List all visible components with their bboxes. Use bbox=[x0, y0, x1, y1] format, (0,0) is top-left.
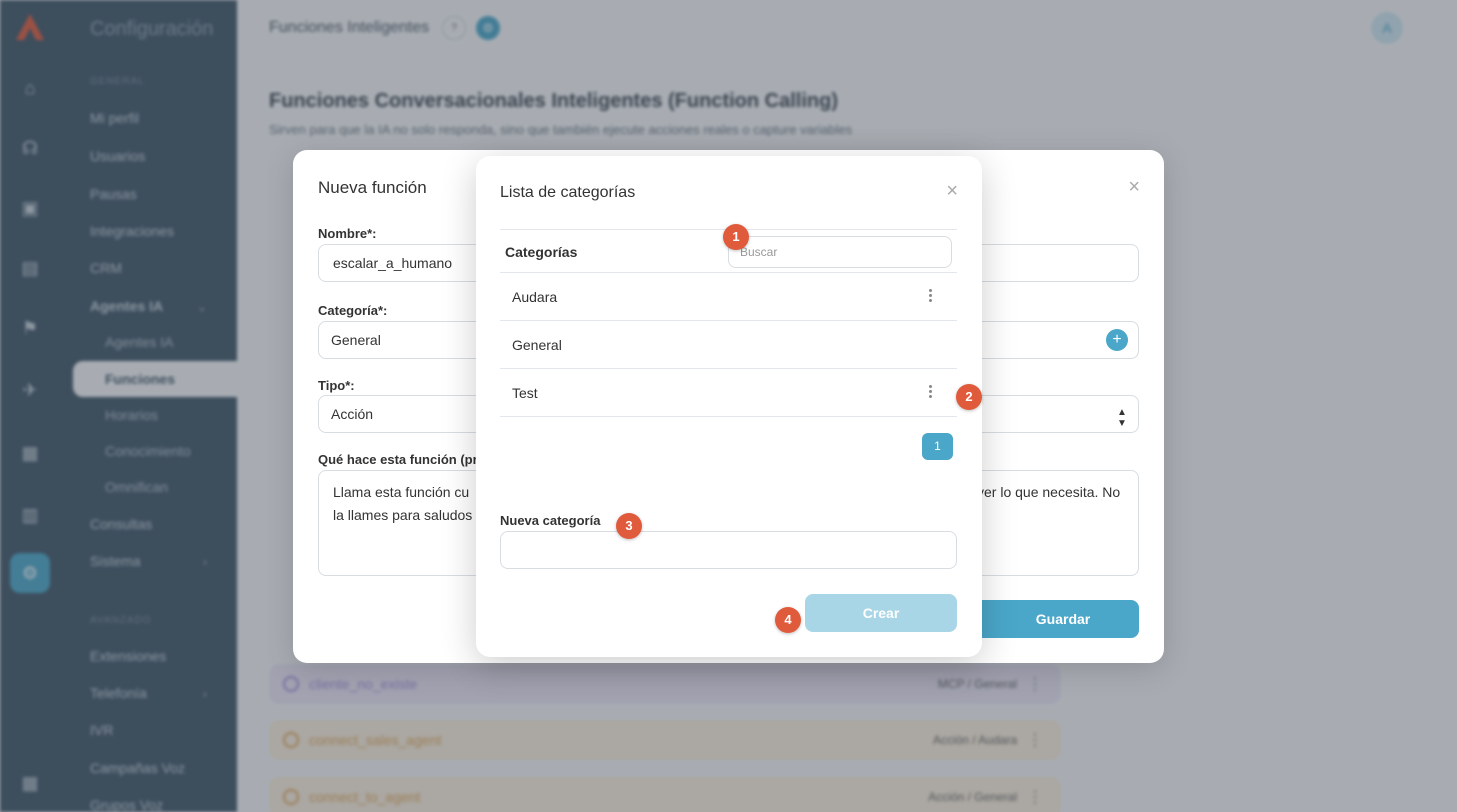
step-marker-1: 1 bbox=[723, 224, 749, 250]
search-input[interactable] bbox=[728, 236, 952, 268]
step-marker-2: 2 bbox=[956, 384, 982, 410]
nombre-label: Nombre*: bbox=[318, 226, 377, 241]
guardar-label: Guardar bbox=[1035, 611, 1091, 627]
category-name: Audara bbox=[512, 289, 558, 305]
descripcion-text-right: ver lo que necesita. No bbox=[977, 484, 1121, 500]
categorias-header-label: Categorías bbox=[505, 244, 578, 260]
select-arrows-icon: ▲ ▼ bbox=[1117, 407, 1127, 429]
table-row[interactable]: Test bbox=[500, 369, 957, 417]
modal-title: Lista de categorías bbox=[500, 184, 636, 201]
tipo-label: Tipo*: bbox=[318, 378, 355, 393]
category-name: Test bbox=[512, 385, 538, 401]
descripcion-label: Qué hace esta función (pro bbox=[318, 452, 486, 467]
categorias-table: Categorías Audara General Test bbox=[500, 229, 957, 417]
nueva-categoria-label: Nueva categoría bbox=[500, 513, 601, 528]
crear-button[interactable]: Crear bbox=[805, 594, 957, 632]
nueva-categoria-input[interactable] bbox=[500, 531, 957, 569]
modal-title: Nueva función bbox=[318, 178, 427, 197]
more-vertical-icon[interactable] bbox=[923, 287, 937, 307]
step-marker-3: 3 bbox=[616, 513, 642, 539]
close-icon[interactable]: × bbox=[1128, 176, 1140, 199]
table-row[interactable]: Audara bbox=[500, 273, 957, 321]
add-category-icon[interactable]: + bbox=[1106, 329, 1128, 351]
categoria-label: Categoría*: bbox=[318, 303, 388, 318]
category-name: General bbox=[512, 337, 562, 353]
step-marker-4: 4 bbox=[775, 607, 801, 633]
close-icon[interactable]: × bbox=[946, 180, 958, 203]
pagination-page-1[interactable]: 1 bbox=[922, 433, 953, 460]
table-row[interactable]: General bbox=[500, 321, 957, 369]
more-vertical-icon[interactable] bbox=[923, 383, 937, 403]
